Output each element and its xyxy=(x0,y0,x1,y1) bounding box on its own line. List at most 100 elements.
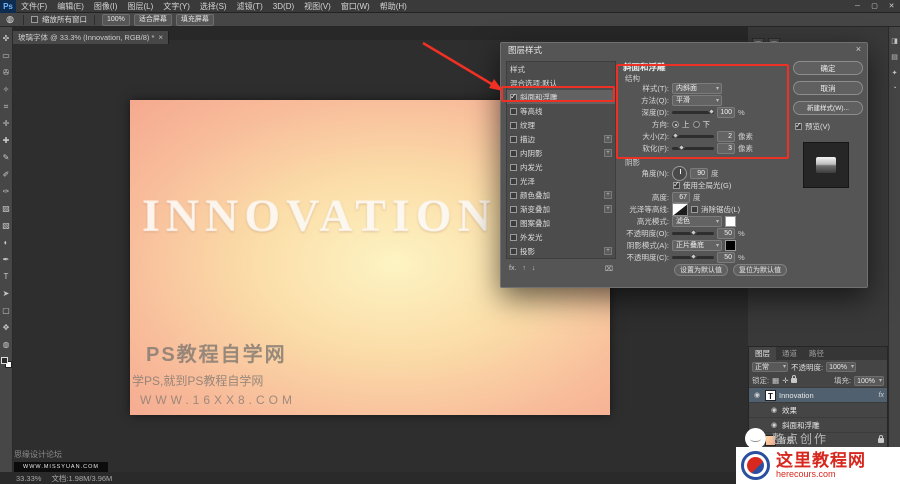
zoom-all-windows-checkbox[interactable] xyxy=(31,16,38,23)
checkbox[interactable] xyxy=(510,177,517,185)
shadow-opacity-value[interactable]: 50 xyxy=(717,252,735,263)
checkbox[interactable] xyxy=(510,219,517,227)
cancel-button[interactable]: 取消 xyxy=(793,81,863,95)
plus-icon[interactable] xyxy=(604,247,612,255)
crop-tool-icon[interactable]: ⌗ xyxy=(0,98,13,115)
foreground-color-swatch[interactable] xyxy=(0,357,8,364)
hand-tool-icon[interactable]: ✥ xyxy=(0,319,13,336)
list-item-color-overlay[interactable]: 颜色叠加 xyxy=(507,188,615,202)
list-item-pattern-overlay[interactable]: 图案叠加 xyxy=(507,216,615,230)
angle-dial[interactable] xyxy=(672,166,687,181)
tab-channels[interactable]: 通道 xyxy=(776,347,803,360)
reset-default-button[interactable]: 复位为默认值 xyxy=(733,264,787,276)
highlight-color-swatch[interactable] xyxy=(725,216,736,227)
preview-checkbox[interactable] xyxy=(795,121,802,130)
restore-icon[interactable]: ▢ xyxy=(866,0,883,13)
visibility-eye-icon[interactable]: ◉ xyxy=(752,391,762,399)
tab-paths[interactable]: 路径 xyxy=(803,347,830,360)
zoom-tool-icon[interactable]: ◍ xyxy=(0,336,13,353)
list-item-inner-shadow[interactable]: 内阴影 xyxy=(507,146,615,160)
list-item-drop-shadow[interactable]: 投影 xyxy=(507,244,615,258)
layer-row-effects[interactable]: ◉ 效果 xyxy=(749,402,887,417)
type-tool-icon[interactable]: T xyxy=(0,268,13,285)
fx-badge[interactable]: fx xyxy=(879,392,884,399)
menu-filter[interactable]: 滤镜(T) xyxy=(232,0,268,13)
healing-tool-icon[interactable]: ✚ xyxy=(0,132,13,149)
zoom-level[interactable]: 33.33% xyxy=(16,474,41,483)
gradient-tool-icon[interactable]: ▧ xyxy=(0,217,13,234)
list-item-inner-glow[interactable]: 内发光 xyxy=(507,160,615,174)
color-swatches[interactable] xyxy=(0,357,12,368)
checkbox[interactable] xyxy=(510,107,517,115)
list-item-outer-glow[interactable]: 外发光 xyxy=(507,230,615,244)
checkbox[interactable] xyxy=(510,121,517,129)
angle-value[interactable]: 90 xyxy=(690,168,708,179)
eraser-tool-icon[interactable]: ▨ xyxy=(0,200,13,217)
checkbox[interactable] xyxy=(510,233,517,241)
plus-icon[interactable] xyxy=(604,191,612,199)
highlight-opacity-slider[interactable] xyxy=(672,228,714,237)
altitude-value[interactable]: 67 xyxy=(672,192,690,203)
fill-screen-button[interactable]: 填充屏幕 xyxy=(175,13,214,26)
brush-tool-icon[interactable]: ✎ xyxy=(0,149,13,166)
checkbox[interactable] xyxy=(510,163,517,171)
menu-view[interactable]: 视图(V) xyxy=(299,0,336,13)
checkbox[interactable] xyxy=(510,149,517,157)
fit-screen-button[interactable]: 适合屏幕 xyxy=(133,13,172,26)
text-layer-thumbnail[interactable]: T xyxy=(765,389,776,401)
fill-select[interactable]: 100% xyxy=(854,375,884,386)
list-item-stroke[interactable]: 描边 xyxy=(507,132,615,146)
add-effect-icon[interactable]: fx. xyxy=(509,265,516,272)
menu-select[interactable]: 选择(S) xyxy=(195,0,232,13)
plus-icon[interactable] xyxy=(604,205,612,213)
blend-mode-select[interactable]: 正常 xyxy=(752,362,788,372)
shape-tool-icon[interactable]: ▢ xyxy=(0,302,13,319)
plus-icon[interactable] xyxy=(604,149,612,157)
lock-position-icon[interactable]: ✛ xyxy=(782,376,788,385)
menu-help[interactable]: 帮助(H) xyxy=(375,0,412,13)
stamp-tool-icon[interactable]: ✐ xyxy=(0,166,13,183)
list-item-styles[interactable]: 样式 xyxy=(507,62,615,76)
plus-icon[interactable] xyxy=(604,135,612,143)
history-brush-tool-icon[interactable]: ✑ xyxy=(0,183,13,200)
marquee-tool-icon[interactable]: ▭ xyxy=(0,47,13,64)
collapsed-styles-icon[interactable]: ▤ xyxy=(891,53,898,61)
lock-transparency-icon[interactable]: ▦ xyxy=(772,376,779,385)
checkbox[interactable] xyxy=(510,205,517,213)
layer-row-innovation[interactable]: ◉ T Innovation fx xyxy=(749,387,887,402)
layer-name[interactable]: Innovation xyxy=(779,391,814,400)
antialias-checkbox[interactable] xyxy=(691,206,698,213)
menu-3d[interactable]: 3D(D) xyxy=(268,0,299,13)
menu-window[interactable]: 窗口(W) xyxy=(336,0,375,13)
menu-file[interactable]: 文件(F) xyxy=(16,0,52,13)
menu-image[interactable]: 图像(I) xyxy=(89,0,123,13)
zoom-100-button[interactable]: 100% xyxy=(102,13,130,26)
list-item-contour[interactable]: 等高线 xyxy=(507,104,615,118)
lasso-tool-icon[interactable]: ✇ xyxy=(0,64,13,81)
effects-label[interactable]: 效果 xyxy=(782,405,797,416)
lock-all-icon[interactable] xyxy=(791,375,798,383)
path-select-tool-icon[interactable]: ➤ xyxy=(0,285,13,302)
tab-layers[interactable]: 图层 xyxy=(749,347,776,360)
set-default-button[interactable]: 设置为默认值 xyxy=(674,264,728,276)
move-up-icon[interactable]: ↑ xyxy=(522,265,526,272)
collapsed-properties-icon[interactable]: ◔ xyxy=(892,85,896,92)
gloss-contour-thumbnail[interactable] xyxy=(672,203,688,216)
checkbox[interactable] xyxy=(510,135,517,143)
list-item-texture[interactable]: 纹理 xyxy=(507,118,615,132)
dialog-close-icon[interactable]: × xyxy=(856,44,861,54)
list-item-gradient-overlay[interactable]: 渐变叠加 xyxy=(507,202,615,216)
global-light-checkbox[interactable] xyxy=(673,180,680,189)
opacity-select[interactable]: 100% xyxy=(826,362,856,372)
pen-tool-icon[interactable]: ✒ xyxy=(0,251,13,268)
collapsed-adjustments-icon[interactable]: ◨ xyxy=(891,37,898,45)
checkbox[interactable] xyxy=(510,247,517,255)
move-down-icon[interactable]: ↓ xyxy=(532,265,536,272)
checkbox[interactable] xyxy=(510,191,517,199)
highlight-mode-select[interactable]: 滤色 xyxy=(672,216,722,227)
move-tool-icon[interactable]: ✜ xyxy=(0,30,13,47)
ok-button[interactable]: 确定 xyxy=(793,61,863,75)
blur-tool-icon[interactable]: ◐ xyxy=(0,234,13,251)
eyedropper-tool-icon[interactable]: ✛ xyxy=(0,115,13,132)
tab-close-icon[interactable]: × xyxy=(158,33,163,42)
